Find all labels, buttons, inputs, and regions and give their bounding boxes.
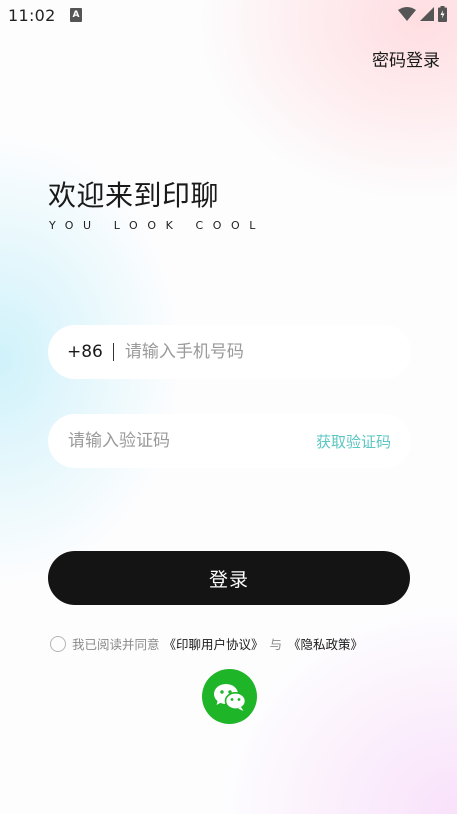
get-code-button[interactable]: 获取验证码 bbox=[316, 431, 391, 452]
wechat-login-button[interactable] bbox=[202, 669, 257, 724]
welcome-subtitle: YOU LOOK COOL bbox=[49, 219, 266, 232]
agreement-checkbox[interactable] bbox=[50, 635, 66, 652]
password-login-link[interactable]: 密码登录 bbox=[372, 46, 440, 71]
user-agreement-link[interactable]: 《印聊用户协议》 bbox=[164, 634, 264, 653]
status-time: 11:02 bbox=[8, 6, 56, 25]
verification-code-input[interactable] bbox=[68, 431, 316, 451]
status-bar: 11:02 A bbox=[0, 0, 457, 32]
phone-input[interactable] bbox=[124, 342, 411, 362]
wechat-icon bbox=[213, 683, 246, 711]
signal-icon bbox=[420, 7, 434, 21]
verification-code-field[interactable]: 获取验证码 bbox=[48, 414, 411, 468]
phone-field[interactable]: +86 bbox=[48, 325, 411, 379]
battery-icon bbox=[438, 6, 447, 22]
login-button[interactable]: 登录 bbox=[48, 551, 410, 605]
privacy-policy-link[interactable]: 《隐私政策》 bbox=[288, 634, 363, 653]
agreement-and: 与 bbox=[269, 637, 283, 652]
agreement-row: 我已阅读并同意 《印聊用户协议》 与 《隐私政策》 bbox=[50, 634, 363, 653]
wifi-icon bbox=[398, 7, 416, 21]
agreement-prefix: 我已阅读并同意 bbox=[72, 637, 160, 652]
country-code[interactable]: +86 bbox=[67, 342, 103, 362]
notification-icon: A bbox=[70, 8, 82, 22]
field-divider bbox=[112, 343, 114, 361]
welcome-title: 欢迎来到印聊 bbox=[48, 179, 220, 212]
status-icons bbox=[398, 6, 447, 22]
